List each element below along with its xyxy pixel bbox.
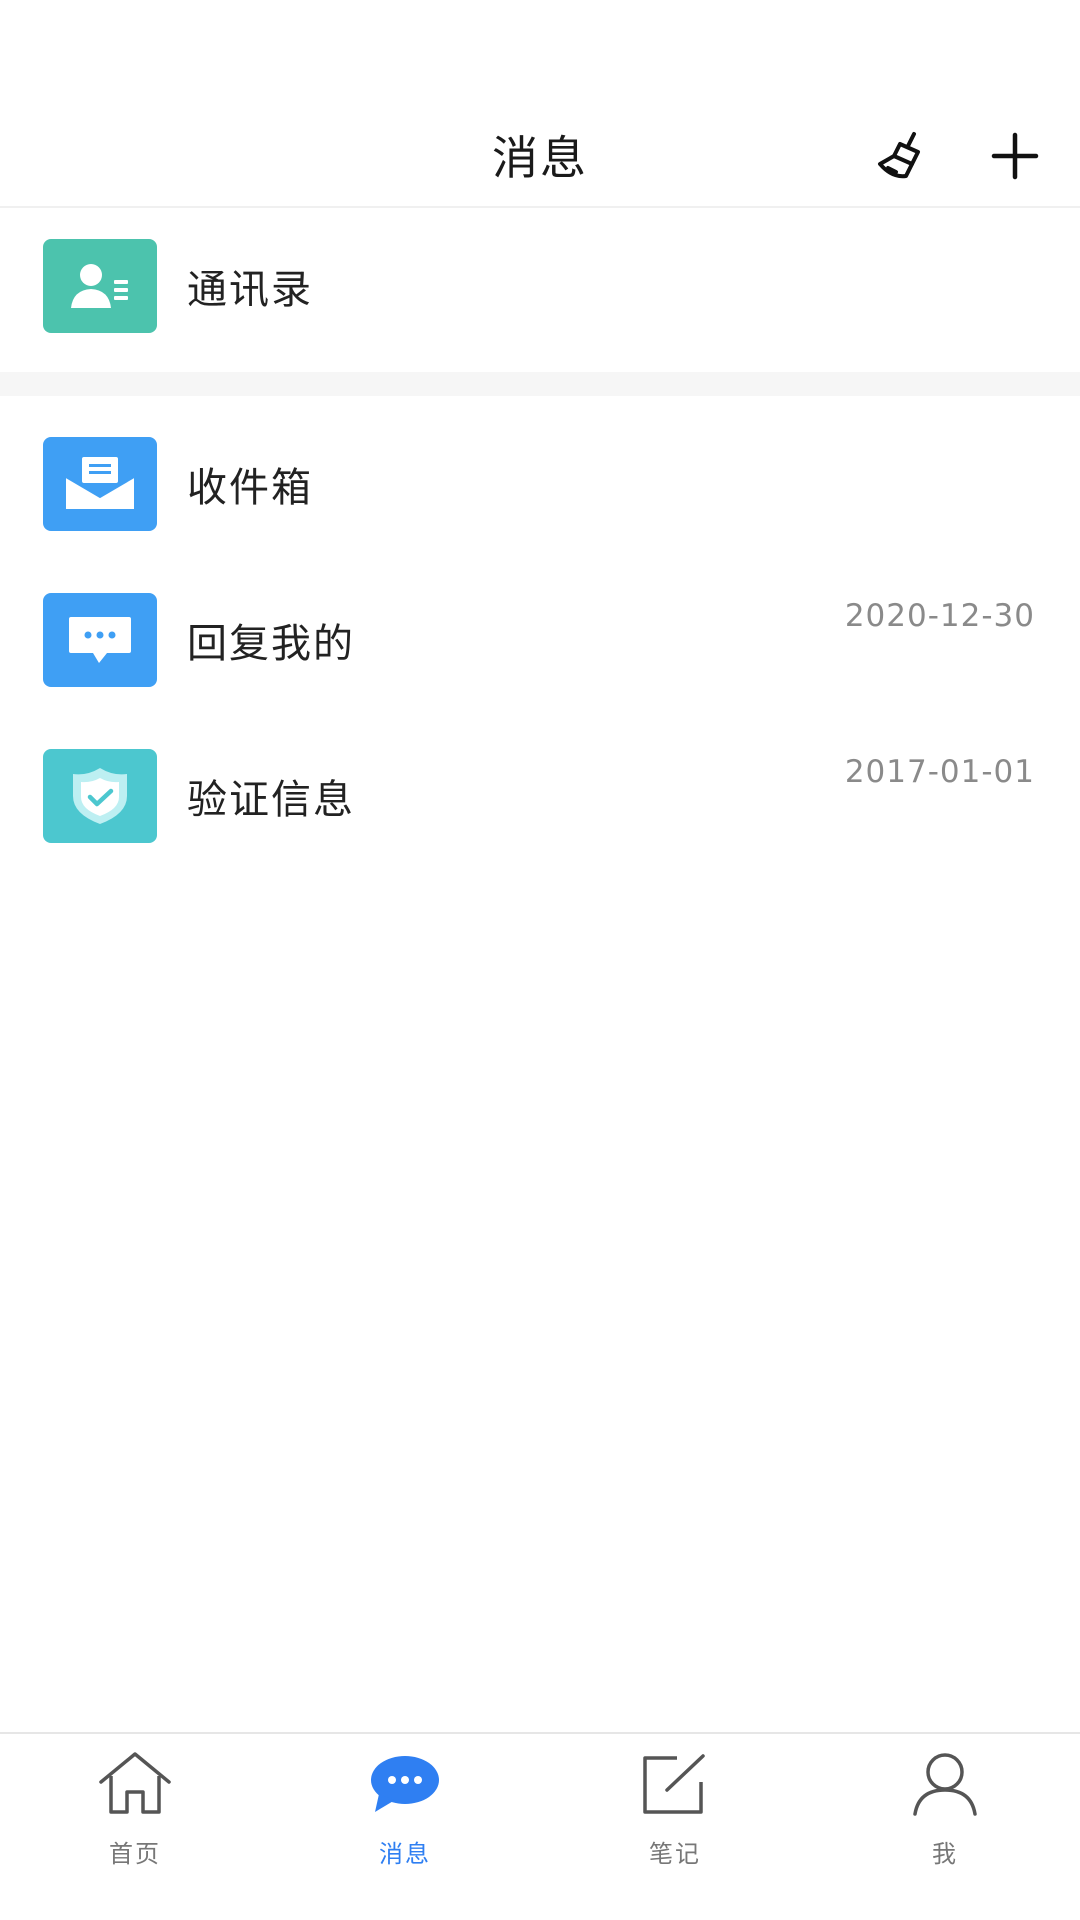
list-item-replies[interactable]: 回复我的 2020-12-30 — [0, 562, 1080, 718]
list-item-label: 回复我的 — [187, 621, 355, 667]
list-item-date: 2020-12-30 — [844, 598, 1035, 634]
tab-label: 我 — [932, 1840, 958, 1868]
broom-icon — [878, 132, 920, 179]
list-item-contacts[interactable]: 通讯录 — [0, 208, 1080, 364]
list-item-label: 验证信息 — [187, 777, 355, 823]
list-item-label: 收件箱 — [187, 465, 313, 511]
home-icon — [99, 1752, 171, 1814]
list-item-date: 2017-01-01 — [844, 754, 1035, 790]
add-button[interactable] — [985, 126, 1045, 186]
list-item-label: 通讯录 — [187, 267, 313, 313]
tab-home[interactable]: 首页 — [0, 1734, 270, 1920]
note-edit-icon — [643, 1754, 705, 1814]
messages-screen: 消息 通讯录 收件箱 回复我的 2020-12-30 验证信息 2017-01-… — [0, 0, 1080, 1920]
section-divider — [0, 372, 1080, 396]
user-icon — [913, 1753, 977, 1816]
tab-notes[interactable]: 笔记 — [540, 1734, 810, 1920]
message-icon — [371, 1756, 439, 1812]
tab-label: 笔记 — [649, 1840, 701, 1868]
tab-me[interactable]: 我 — [810, 1734, 1080, 1920]
chat-bubble-icon — [43, 593, 157, 687]
clear-messages-button[interactable] — [872, 126, 932, 186]
shield-check-icon — [43, 749, 157, 843]
inbox-icon — [43, 437, 157, 531]
plus-icon — [991, 132, 1039, 180]
tab-label: 消息 — [379, 1840, 431, 1868]
top-navigation-bar: 消息 — [0, 0, 1080, 208]
contacts-icon — [43, 239, 157, 333]
list-item-inbox[interactable]: 收件箱 — [0, 406, 1080, 562]
bottom-tab-bar: 首页 消息 笔记 我 — [0, 1732, 1080, 1920]
tab-label: 首页 — [109, 1840, 161, 1868]
tab-messages[interactable]: 消息 — [270, 1734, 540, 1920]
list-item-verification[interactable]: 验证信息 2017-01-01 — [0, 718, 1080, 874]
